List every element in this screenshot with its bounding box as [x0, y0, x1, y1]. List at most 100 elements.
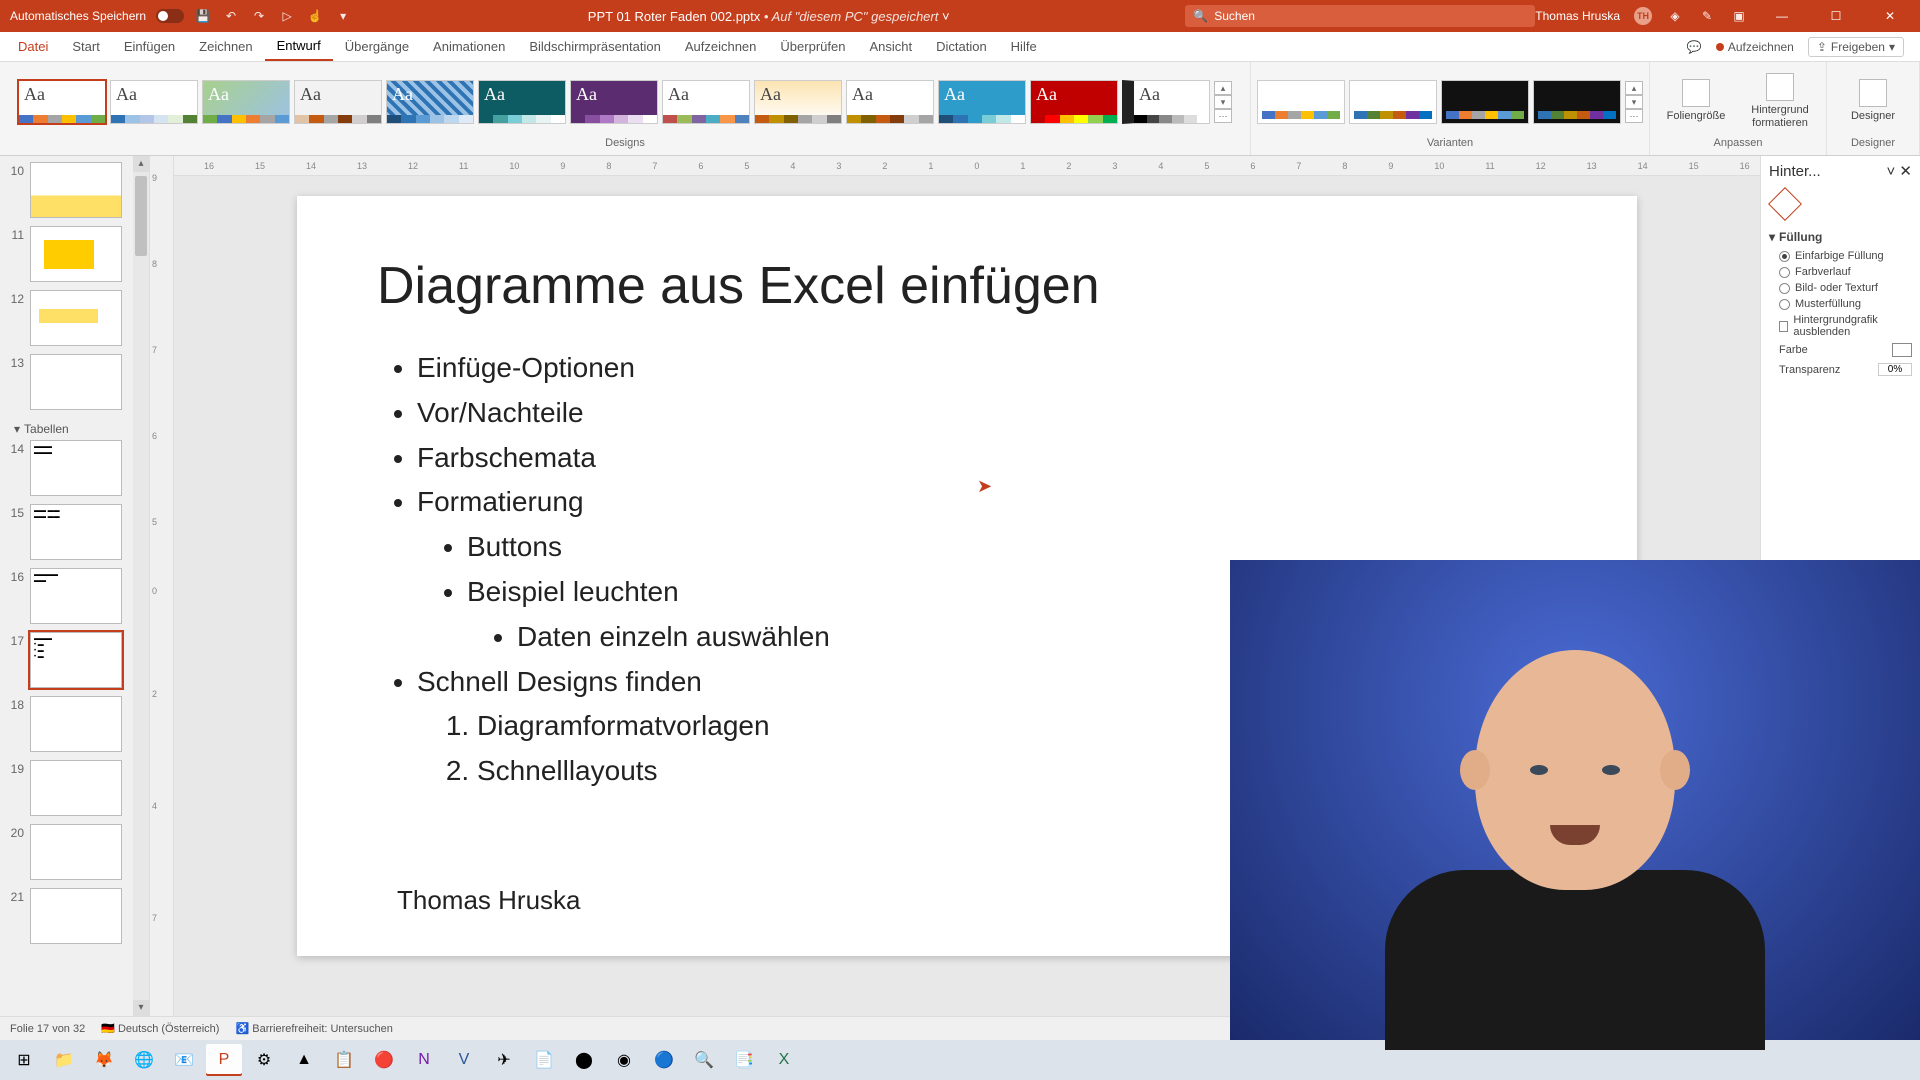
app-icon[interactable]: 📑	[726, 1044, 762, 1076]
tab-start[interactable]: Start	[60, 32, 111, 61]
slide-thumb-20[interactable]: 20	[4, 824, 131, 880]
opt-solid-fill[interactable]: Einfarbige Füllung	[1769, 248, 1912, 264]
telegram-icon[interactable]: ✈	[486, 1044, 522, 1076]
theme-thumb[interactable]: Aa	[294, 80, 382, 124]
vlc-icon[interactable]: ▲	[286, 1044, 322, 1076]
slide-thumb-12[interactable]: 12	[4, 290, 131, 346]
tab-animationen[interactable]: Animationen	[421, 32, 517, 61]
section-header[interactable]: ▾Tabellen	[4, 418, 131, 440]
variant-dark-2[interactable]	[1533, 80, 1621, 124]
opt-pattern-fill[interactable]: Musterfüllung	[1769, 296, 1912, 312]
pane-close-icon[interactable]: ✕	[1899, 163, 1912, 180]
theme-thumb[interactable]: Aa	[570, 80, 658, 124]
excel-icon[interactable]: X	[766, 1044, 802, 1076]
variant-light-2[interactable]	[1349, 80, 1437, 124]
tab-zeichnen[interactable]: Zeichnen	[187, 32, 264, 61]
maximize-button[interactable]: ☐	[1816, 0, 1856, 32]
fill-tab-icon[interactable]	[1768, 187, 1802, 221]
qat-more-icon[interactable]: ▾	[334, 7, 352, 25]
visio-icon[interactable]: V	[446, 1044, 482, 1076]
chrome-icon[interactable]: 🌐	[126, 1044, 162, 1076]
pen-icon[interactable]: ✎	[1698, 7, 1716, 25]
theme-thumb[interactable]: Aa	[1122, 80, 1210, 124]
theme-thumb[interactable]: Aa	[846, 80, 934, 124]
thumbnails-scrollbar[interactable]: ▴▾	[133, 156, 149, 1016]
tab-entwurf[interactable]: Entwurf	[265, 32, 333, 61]
app-icon[interactable]: ◉	[606, 1044, 642, 1076]
save-icon[interactable]: 💾	[194, 7, 212, 25]
slide-thumb-13[interactable]: 13	[4, 354, 131, 410]
file-explorer-icon[interactable]: 📁	[46, 1044, 82, 1076]
slide-thumb-19[interactable]: 19	[4, 760, 131, 816]
onenote-icon[interactable]: N	[406, 1044, 442, 1076]
slide-counter[interactable]: Folie 17 von 32	[10, 1023, 85, 1035]
slide-thumb-21[interactable]: 21	[4, 888, 131, 944]
slide-thumb-18[interactable]: 18	[4, 696, 131, 752]
designer-button[interactable]: Designer	[1833, 75, 1913, 127]
transparency-input[interactable]	[1878, 363, 1912, 376]
record-button[interactable]: Aufzeichnen	[1716, 40, 1794, 54]
touch-icon[interactable]: ☝	[306, 7, 324, 25]
slide-thumb-16[interactable]: 16▬▬▬▬▬▬	[4, 568, 131, 624]
undo-icon[interactable]: ↶	[222, 7, 240, 25]
theme-thumb[interactable]: Aa	[938, 80, 1026, 124]
user-avatar[interactable]: TH	[1634, 7, 1652, 25]
powerpoint-icon[interactable]: P	[206, 1044, 242, 1076]
chk-hide-bg[interactable]: Hintergrundgrafik ausblenden	[1769, 312, 1912, 340]
theme-office[interactable]: Aa	[18, 80, 106, 124]
comments-icon[interactable]: 💬	[1687, 40, 1702, 54]
firefox-icon[interactable]: 🦊	[86, 1044, 122, 1076]
theme-thumb[interactable]: Aa	[662, 80, 750, 124]
window-mode-icon[interactable]: ▣	[1730, 7, 1748, 25]
theme-thumb[interactable]: Aa	[754, 80, 842, 124]
slide-thumb-14[interactable]: 14▬▬▬▬▬▬	[4, 440, 131, 496]
theme-thumb[interactable]: Aa	[1030, 80, 1118, 124]
theme-thumb[interactable]: Aa	[110, 80, 198, 124]
format-background-button[interactable]: Hintergrund formatieren	[1740, 69, 1820, 134]
tab-bildschirm[interactable]: Bildschirmpräsentation	[517, 32, 673, 61]
tab-dictation[interactable]: Dictation	[924, 32, 999, 61]
slide-title[interactable]: Diagramme aus Excel einfügen	[377, 256, 1557, 316]
diamond-icon[interactable]: ◈	[1666, 7, 1684, 25]
tab-aufzeichnen[interactable]: Aufzeichnen	[673, 32, 769, 61]
tab-ueberpruefen[interactable]: Überprüfen	[768, 32, 857, 61]
autosave-toggle[interactable]	[156, 9, 184, 23]
slide-thumb-11[interactable]: 11	[4, 226, 131, 282]
opt-gradient-fill[interactable]: Farbverlauf	[1769, 264, 1912, 280]
slide-thumb-15[interactable]: 15▬▬ ▬▬▬▬ ▬▬	[4, 504, 131, 560]
app-icon[interactable]: 🔵	[646, 1044, 682, 1076]
slide-thumb-17[interactable]: 17▬▬▬• ▬• ▬• ▬	[4, 632, 131, 688]
designs-gallery-nav[interactable]: ▴▾⋯	[1214, 81, 1232, 123]
obs-icon[interactable]: ⬤	[566, 1044, 602, 1076]
variant-dark-1[interactable]	[1441, 80, 1529, 124]
app-icon[interactable]: 📄	[526, 1044, 562, 1076]
language-indicator[interactable]: 🇩🇪 Deutsch (Österreich)	[101, 1022, 219, 1035]
tab-datei[interactable]: Datei	[6, 32, 60, 61]
opt-picture-fill[interactable]: Bild- oder Texturf	[1769, 280, 1912, 296]
close-button[interactable]: ✕	[1870, 0, 1910, 32]
theme-thumb[interactable]: Aa	[478, 80, 566, 124]
pane-dropdown-icon[interactable]: ˅	[1886, 163, 1895, 180]
redo-icon[interactable]: ↷	[250, 7, 268, 25]
variants-gallery-nav[interactable]: ▴▾⋯	[1625, 81, 1643, 123]
tab-hilfe[interactable]: Hilfe	[999, 32, 1049, 61]
app-icon[interactable]: 📋	[326, 1044, 362, 1076]
share-button[interactable]: ⇪Freigeben▾	[1808, 37, 1904, 57]
tab-uebergaenge[interactable]: Übergänge	[333, 32, 421, 61]
slideshow-icon[interactable]: ▷	[278, 7, 296, 25]
minimize-button[interactable]: —	[1762, 0, 1802, 32]
slide-size-button[interactable]: Foliengröße	[1656, 75, 1736, 127]
search-box[interactable]: 🔍 Suchen	[1185, 5, 1535, 27]
slide-thumb-10[interactable]: 10	[4, 162, 131, 218]
app-icon[interactable]: 🔴	[366, 1044, 402, 1076]
start-button[interactable]: ⊞	[6, 1044, 42, 1076]
fill-section-header[interactable]: ▾Füllung	[1769, 226, 1912, 248]
tab-einfuegen[interactable]: Einfügen	[112, 32, 187, 61]
tab-ansicht[interactable]: Ansicht	[857, 32, 924, 61]
theme-thumb[interactable]: Aa	[386, 80, 474, 124]
variant-light-1[interactable]	[1257, 80, 1345, 124]
app-icon[interactable]: 🔍	[686, 1044, 722, 1076]
outlook-icon[interactable]: 📧	[166, 1044, 202, 1076]
theme-thumb[interactable]: Aa	[202, 80, 290, 124]
title-dropdown-icon[interactable]: ˅	[942, 9, 950, 24]
